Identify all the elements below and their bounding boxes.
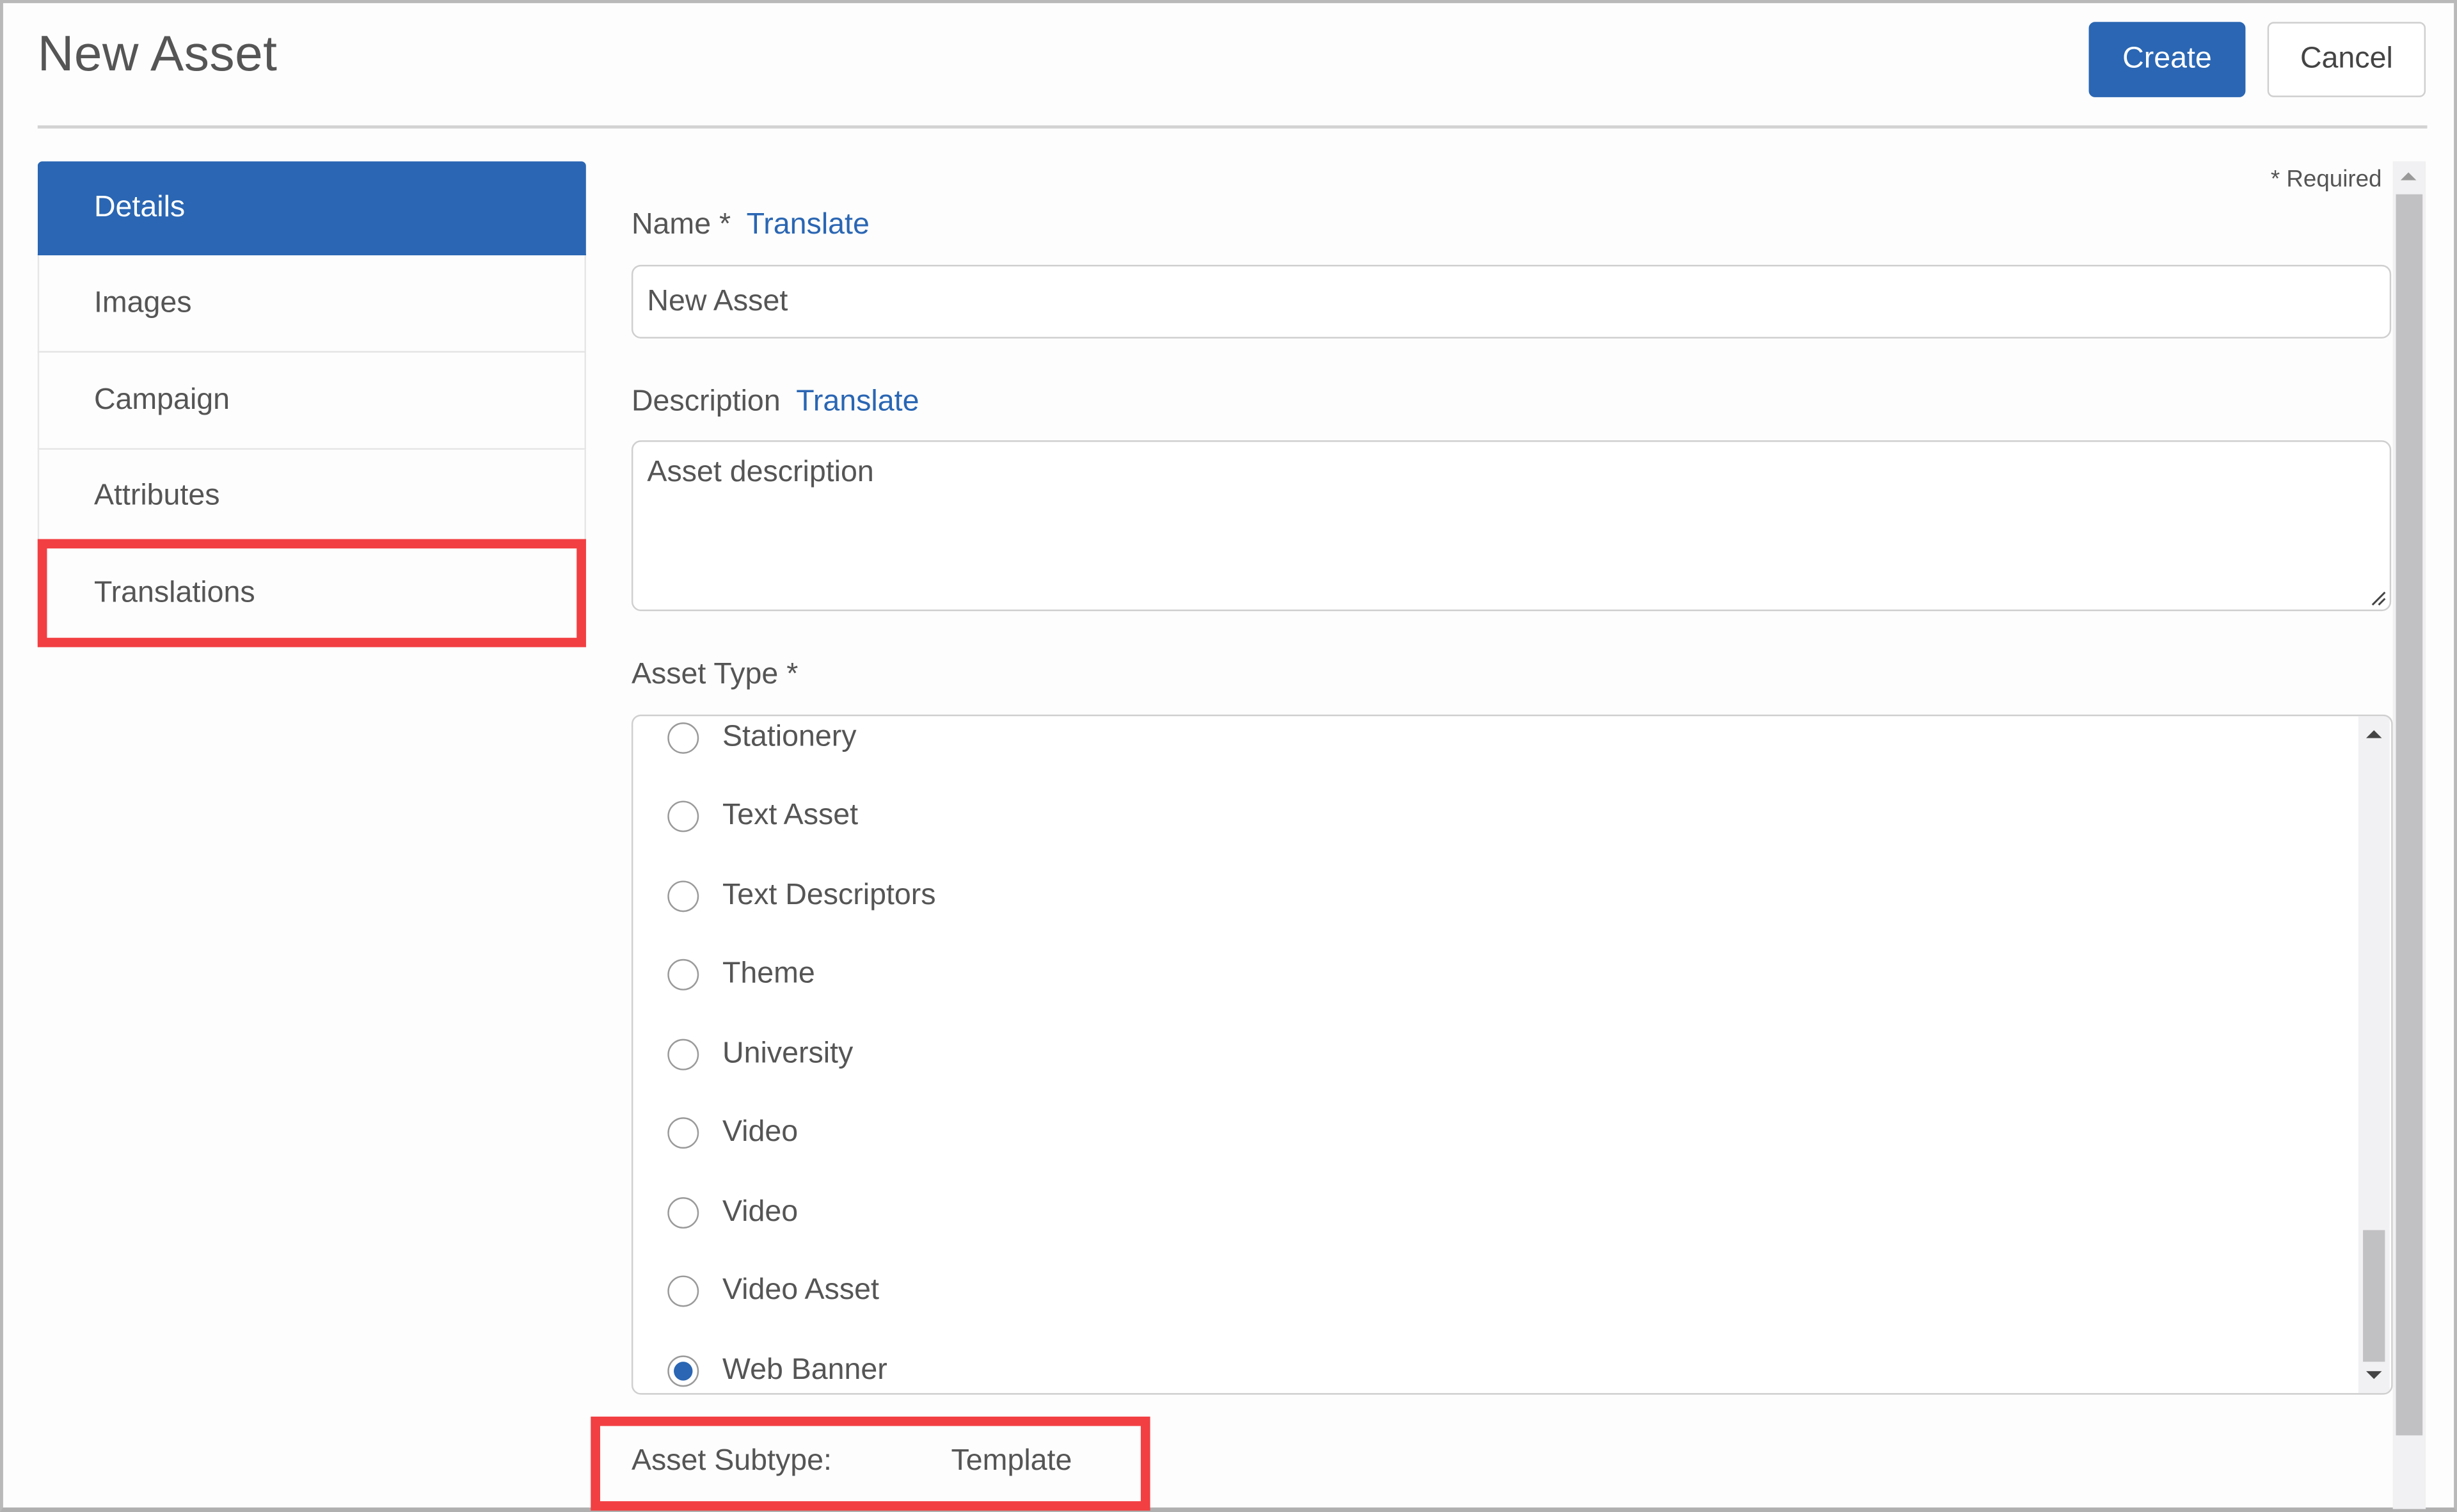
sidebar-item-attributes[interactable]: Attributes — [37, 449, 586, 544]
radio-option-label: Web Banner — [722, 1353, 887, 1387]
page-scrollbar-thumb[interactable] — [2396, 194, 2423, 1436]
new-asset-dialog: New Asset Create Cancel Details Images C… — [0, 0, 2457, 1512]
radio-button-selected[interactable] — [667, 1355, 699, 1387]
radio-button[interactable] — [667, 800, 699, 832]
asset-subtype-value: Template — [951, 1444, 1072, 1478]
description-value: Asset description — [647, 456, 874, 489]
radio-option-label: Theme — [722, 957, 815, 991]
sidebar-item-label: Images — [93, 285, 192, 319]
create-button[interactable]: Create — [2088, 22, 2246, 97]
sidebar-item-label: Campaign — [93, 383, 230, 417]
name-input[interactable]: New Asset — [631, 264, 2392, 338]
sidebar-item-label: Translations — [93, 577, 255, 610]
cancel-button[interactable]: Cancel — [2267, 22, 2426, 97]
radio-button[interactable] — [667, 1275, 699, 1307]
page-scroll-up-arrow-icon[interactable] — [2400, 172, 2417, 180]
radio-button[interactable] — [667, 1197, 699, 1229]
page-title: New Asset — [37, 25, 278, 82]
description-label: Description — [631, 385, 781, 418]
asset-type-scrollbar[interactable] — [2358, 716, 2390, 1394]
scroll-up-arrow-icon[interactable] — [2366, 730, 2382, 738]
description-textarea[interactable]: Asset description — [631, 440, 2392, 612]
radio-option-label: Text Descriptors — [722, 879, 936, 912]
description-translate-link[interactable]: Translate — [796, 385, 919, 418]
asset-subtype-label: Asset Subtype: — [631, 1444, 832, 1478]
radio-option-university[interactable]: University — [667, 1034, 853, 1075]
sidebar-item-label: Attributes — [93, 479, 220, 512]
radio-button[interactable] — [667, 722, 699, 754]
name-field-label: Name * Translate — [632, 209, 870, 243]
sidebar-item-translations[interactable]: Translations — [37, 543, 586, 644]
radio-option-label: University — [722, 1037, 854, 1070]
resize-handle-icon[interactable] — [2371, 591, 2386, 606]
radio-option-web-banner[interactable]: Web Banner — [667, 1351, 887, 1392]
radio-option-video[interactable]: Video — [667, 1113, 798, 1154]
radio-button[interactable] — [667, 880, 699, 912]
radio-option-label: Video Asset — [722, 1274, 879, 1307]
radio-option-theme[interactable]: Theme — [667, 954, 815, 995]
asset-type-radio-list: Stationery Text Asset Text Descriptors T… — [631, 714, 2393, 1395]
radio-button[interactable] — [667, 959, 699, 991]
sidebar-item-images[interactable]: Images — [37, 255, 586, 353]
sidebar-item-details[interactable]: Details — [37, 161, 586, 256]
radio-button[interactable] — [667, 1117, 699, 1149]
radio-option-text-descriptors[interactable]: Text Descriptors — [667, 876, 936, 917]
name-label: Name * — [631, 208, 731, 242]
radio-button[interactable] — [667, 1039, 699, 1070]
header-divider — [37, 125, 2428, 129]
radio-option-label: Text Asset — [722, 799, 859, 832]
radio-option-text-asset[interactable]: Text Asset — [667, 796, 858, 837]
radio-option-label: Video — [722, 1195, 799, 1229]
sidebar-item-label: Details — [93, 190, 186, 223]
radio-option-video-2[interactable]: Video — [667, 1193, 798, 1234]
required-note: * Required — [2270, 166, 2382, 193]
page-scrollbar[interactable] — [2392, 161, 2426, 1509]
description-field-label: Description Translate — [632, 385, 919, 420]
radio-option-label: Video — [722, 1115, 799, 1149]
sidebar-item-campaign[interactable]: Campaign — [37, 353, 586, 450]
asset-type-scrollbar-thumb[interactable] — [2363, 1230, 2385, 1362]
radio-option-video-asset[interactable]: Video Asset — [667, 1271, 879, 1312]
scroll-down-arrow-icon[interactable] — [2366, 1371, 2382, 1380]
name-translate-link[interactable]: Translate — [747, 209, 870, 241]
radio-option-stationery[interactable]: Stationery — [667, 718, 856, 759]
asset-type-label: Asset Type * — [631, 658, 799, 692]
radio-option-label: Stationery — [722, 720, 857, 754]
